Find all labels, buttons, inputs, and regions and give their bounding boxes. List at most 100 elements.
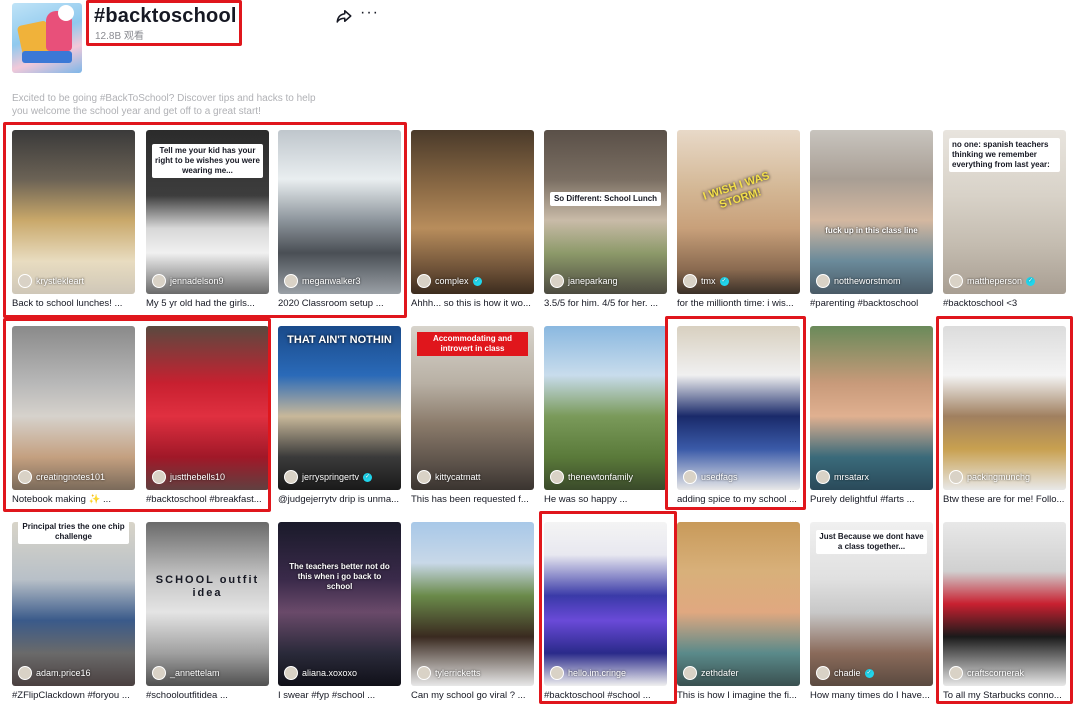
video-author[interactable]: thenewtonfamily bbox=[550, 470, 633, 484]
video-author[interactable]: usedfags bbox=[683, 470, 738, 484]
video-caption[interactable]: @judgejerrytv drip is unma... bbox=[278, 494, 401, 506]
video-caption[interactable]: #backtoschool <3 bbox=[943, 298, 1066, 310]
video-author[interactable]: tmx ✓ bbox=[683, 274, 729, 288]
video-caption[interactable]: #ZFlipClackdown #foryou ... bbox=[12, 690, 135, 702]
video-card[interactable]: krystlekleart Back to school lunches! ... bbox=[12, 130, 135, 310]
video-card[interactable]: complex ✓ Ahhh... so this is how it wo... bbox=[411, 130, 534, 310]
video-thumbnail[interactable]: complex ✓ bbox=[411, 130, 534, 294]
video-author[interactable]: creatingnotes101 bbox=[18, 470, 105, 484]
video-caption[interactable]: Ahhh... so this is how it wo... bbox=[411, 298, 534, 310]
video-author[interactable]: janeparkang bbox=[550, 274, 618, 288]
video-card[interactable]: THAT AIN'T NOTHIN jerryspringertv ✓ @judgej… bbox=[278, 326, 401, 506]
video-caption[interactable]: How many times do I have... bbox=[810, 690, 933, 702]
video-author[interactable]: justthebells10 bbox=[152, 470, 225, 484]
video-caption[interactable]: To all my Starbucks conno... bbox=[943, 690, 1066, 702]
video-thumbnail[interactable]: SCHOOL outfit idea _annettelam bbox=[146, 522, 269, 686]
video-card[interactable]: meganwalker3 2020 Classroom setup ... bbox=[278, 130, 401, 310]
video-caption[interactable]: This is how I imagine the fi... bbox=[677, 690, 800, 702]
video-thumbnail[interactable]: Accommodating and introvert in class kitt… bbox=[411, 326, 534, 490]
video-author[interactable]: hello.im.cringe bbox=[550, 666, 626, 680]
video-author[interactable]: complex ✓ bbox=[417, 274, 482, 288]
video-caption[interactable]: 3.5/5 for him. 4/5 for her. ... bbox=[544, 298, 667, 310]
video-author[interactable]: adam.price16 bbox=[18, 666, 91, 680]
video-thumbnail[interactable]: Just Because we dont have a class togeth… bbox=[810, 522, 933, 686]
video-author[interactable]: jennadelson9 bbox=[152, 274, 224, 288]
video-thumbnail[interactable]: fuck up in this class line nottheworstmom bbox=[810, 130, 933, 294]
video-caption[interactable]: adding spice to my school ... bbox=[677, 494, 800, 506]
video-card[interactable]: zethdafer This is how I imagine the fi... bbox=[677, 522, 800, 702]
video-card[interactable]: usedfags adding spice to my school ... bbox=[677, 326, 800, 506]
video-card[interactable]: Accommodating and introvert in class kitt… bbox=[411, 326, 534, 506]
video-thumbnail[interactable]: tylerricketts bbox=[411, 522, 534, 686]
video-author[interactable]: mattheperson ✓ bbox=[949, 274, 1036, 288]
video-card[interactable]: justthebells10 #backtoschool #breakfast..… bbox=[146, 326, 269, 506]
video-thumbnail[interactable]: hello.im.cringe bbox=[544, 522, 667, 686]
video-thumbnail[interactable]: krystlekleart bbox=[12, 130, 135, 294]
video-caption[interactable]: #parenting #backtoschool bbox=[810, 298, 933, 310]
video-card[interactable]: packingmunchg Btw these are for me! Follo… bbox=[943, 326, 1066, 506]
author-username: chadie bbox=[834, 668, 861, 678]
video-thumbnail[interactable]: I WISH I WAS STORM! tmx ✓ bbox=[677, 130, 800, 294]
video-card[interactable]: So Different: School Lunch janeparkang 3.5… bbox=[544, 130, 667, 310]
video-card[interactable]: hello.im.cringe #backtoschool #school ... bbox=[544, 522, 667, 702]
video-caption[interactable]: Btw these are for me! Follo... bbox=[943, 494, 1066, 506]
video-thumbnail[interactable]: Tell me your kid has your right to be wi… bbox=[146, 130, 269, 294]
video-author[interactable]: nottheworstmom bbox=[816, 274, 901, 288]
video-caption[interactable]: He was so happy ... bbox=[544, 494, 667, 506]
video-card[interactable]: I WISH I WAS STORM! tmx ✓ for the millionth… bbox=[677, 130, 800, 310]
video-overlay-text: THAT AIN'T NOTHIN bbox=[287, 334, 392, 346]
video-caption[interactable]: #backtoschool #breakfast... bbox=[146, 494, 269, 506]
video-thumbnail[interactable]: justthebells10 bbox=[146, 326, 269, 490]
video-thumbnail[interactable]: usedfags bbox=[677, 326, 800, 490]
video-caption[interactable]: Can my school go viral ? ... bbox=[411, 690, 534, 702]
video-caption[interactable]: Notebook making ✨ ... bbox=[12, 494, 135, 506]
video-author[interactable]: craftscornerak bbox=[949, 666, 1024, 680]
video-caption[interactable]: 2020 Classroom setup ... bbox=[278, 298, 401, 310]
video-card[interactable]: no one: spanish teachers thinking we rem… bbox=[943, 130, 1066, 310]
video-card[interactable]: fuck up in this class line nottheworstmom… bbox=[810, 130, 933, 310]
video-card[interactable]: SCHOOL outfit idea _annettelam #schooloutf… bbox=[146, 522, 269, 702]
video-author[interactable]: packingmunchg bbox=[949, 470, 1030, 484]
video-author[interactable]: aliana.xoxoxo bbox=[284, 666, 357, 680]
video-author[interactable]: jerryspringertv ✓ bbox=[284, 470, 373, 484]
video-card[interactable]: craftscornerak To all my Starbucks conno.… bbox=[943, 522, 1066, 702]
video-caption[interactable]: Purely delightful #farts ... bbox=[810, 494, 933, 506]
video-author[interactable]: chadie ✓ bbox=[816, 666, 874, 680]
video-author[interactable]: kittycatmatt bbox=[417, 470, 481, 484]
video-author[interactable]: krystlekleart bbox=[18, 274, 84, 288]
video-author[interactable]: meganwalker3 bbox=[284, 274, 361, 288]
video-caption[interactable]: Back to school lunches! ... bbox=[12, 298, 135, 310]
video-thumbnail[interactable]: creatingnotes101 bbox=[12, 326, 135, 490]
video-author[interactable]: zethdafer bbox=[683, 666, 739, 680]
video-caption[interactable]: #backtoschool #school ... bbox=[544, 690, 667, 702]
video-thumbnail[interactable]: thenewtonfamily bbox=[544, 326, 667, 490]
video-author[interactable]: _annettelam bbox=[152, 666, 220, 680]
video-card[interactable]: Just Because we dont have a class togeth… bbox=[810, 522, 933, 702]
video-caption[interactable]: I swear #fyp #school ... bbox=[278, 690, 401, 702]
video-thumbnail[interactable]: mrsatarx bbox=[810, 326, 933, 490]
author-username: adam.price16 bbox=[36, 668, 91, 678]
video-thumbnail[interactable]: THAT AIN'T NOTHIN jerryspringertv ✓ bbox=[278, 326, 401, 490]
video-thumbnail[interactable]: Principal tries the one chip challenge ad… bbox=[12, 522, 135, 686]
video-card[interactable]: creatingnotes101 Notebook making ✨ ... bbox=[12, 326, 135, 506]
video-author[interactable]: tylerricketts bbox=[417, 666, 481, 680]
video-thumbnail[interactable]: meganwalker3 bbox=[278, 130, 401, 294]
video-card[interactable]: Tell me your kid has your right to be wi… bbox=[146, 130, 269, 310]
video-caption[interactable]: for the millionth time: i wis... bbox=[677, 298, 800, 310]
video-caption[interactable]: #schooloutfitidea ... bbox=[146, 690, 269, 702]
video-card[interactable]: Principal tries the one chip challenge ad… bbox=[12, 522, 135, 702]
video-card[interactable]: tylerricketts Can my school go viral ? ..… bbox=[411, 522, 534, 702]
video-thumbnail[interactable]: no one: spanish teachers thinking we rem… bbox=[943, 130, 1066, 294]
video-thumbnail[interactable]: craftscornerak bbox=[943, 522, 1066, 686]
video-thumbnail[interactable]: The teachers better not do this when i g… bbox=[278, 522, 401, 686]
video-author[interactable]: mrsatarx bbox=[816, 470, 869, 484]
video-card[interactable]: thenewtonfamily He was so happy ... bbox=[544, 326, 667, 506]
video-thumbnail[interactable]: So Different: School Lunch janeparkang bbox=[544, 130, 667, 294]
video-caption[interactable]: This has been requested f... bbox=[411, 494, 534, 506]
video-card[interactable]: mrsatarx Purely delightful #farts ... bbox=[810, 326, 933, 506]
video-thumbnail[interactable]: zethdafer bbox=[677, 522, 800, 686]
video-card[interactable]: The teachers better not do this when i g… bbox=[278, 522, 401, 702]
video-caption[interactable]: My 5 yr old had the girls... bbox=[146, 298, 269, 310]
video-thumbnail[interactable]: packingmunchg bbox=[943, 326, 1066, 490]
video-overlay-text: Just Because we dont have a class togeth… bbox=[816, 530, 927, 554]
